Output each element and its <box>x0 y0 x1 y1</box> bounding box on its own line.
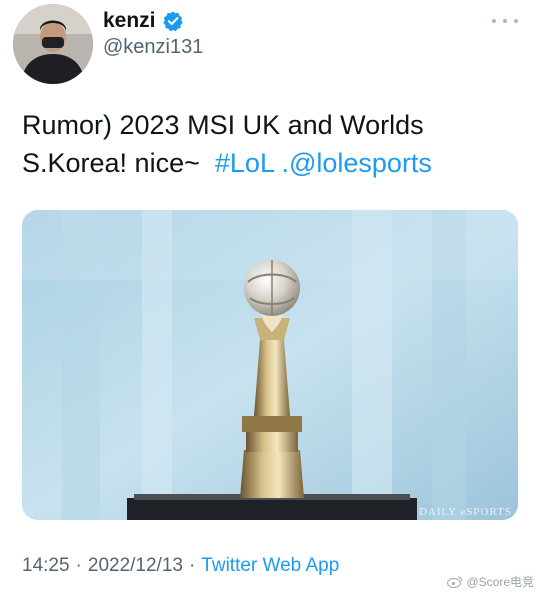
author-name-row[interactable]: kenzi <box>103 6 184 36</box>
mention-link[interactable]: .@lolesports <box>281 148 431 178</box>
more-options-icon[interactable] <box>492 14 518 28</box>
avatar[interactable] <box>13 4 93 84</box>
tweet-line-2-text: S.Korea! nice~ <box>22 148 200 178</box>
tweet-media-image[interactable]: DAILY eSPORTS <box>22 210 518 520</box>
tweet-meta: 14:25 · 2022/12/13 · Twitter Web App <box>22 555 339 577</box>
weibo-logo-icon <box>447 576 464 588</box>
tweet-text: Rumor) 2023 MSI UK and Worlds S.Korea! n… <box>22 106 522 182</box>
weibo-watermark-text: @Score电竞 <box>466 575 534 589</box>
author-display-name[interactable]: kenzi <box>103 9 156 33</box>
tweet-time[interactable]: 14:25 <box>22 555 70 577</box>
meta-separator: · <box>75 555 82 576</box>
tweet-line-1: Rumor) 2023 MSI UK and Worlds <box>22 110 424 140</box>
tweet-source-app[interactable]: Twitter Web App <box>201 555 339 577</box>
verified-badge-icon <box>162 11 183 32</box>
hashtag-link[interactable]: #LoL <box>215 148 274 178</box>
weibo-watermark: @Score电竞 <box>447 573 534 590</box>
meta-separator: · <box>188 555 196 576</box>
tweet-line-2: S.Korea! nice~ #LoL .@lolesports <box>22 144 522 182</box>
avatar-image <box>13 4 93 84</box>
media-watermark: DAILY eSPORTS <box>418 506 512 518</box>
trophy-photo <box>22 210 518 520</box>
author-handle[interactable]: @kenzi131 <box>103 36 203 59</box>
tweet-date[interactable]: 2022/12/13 <box>88 555 183 577</box>
